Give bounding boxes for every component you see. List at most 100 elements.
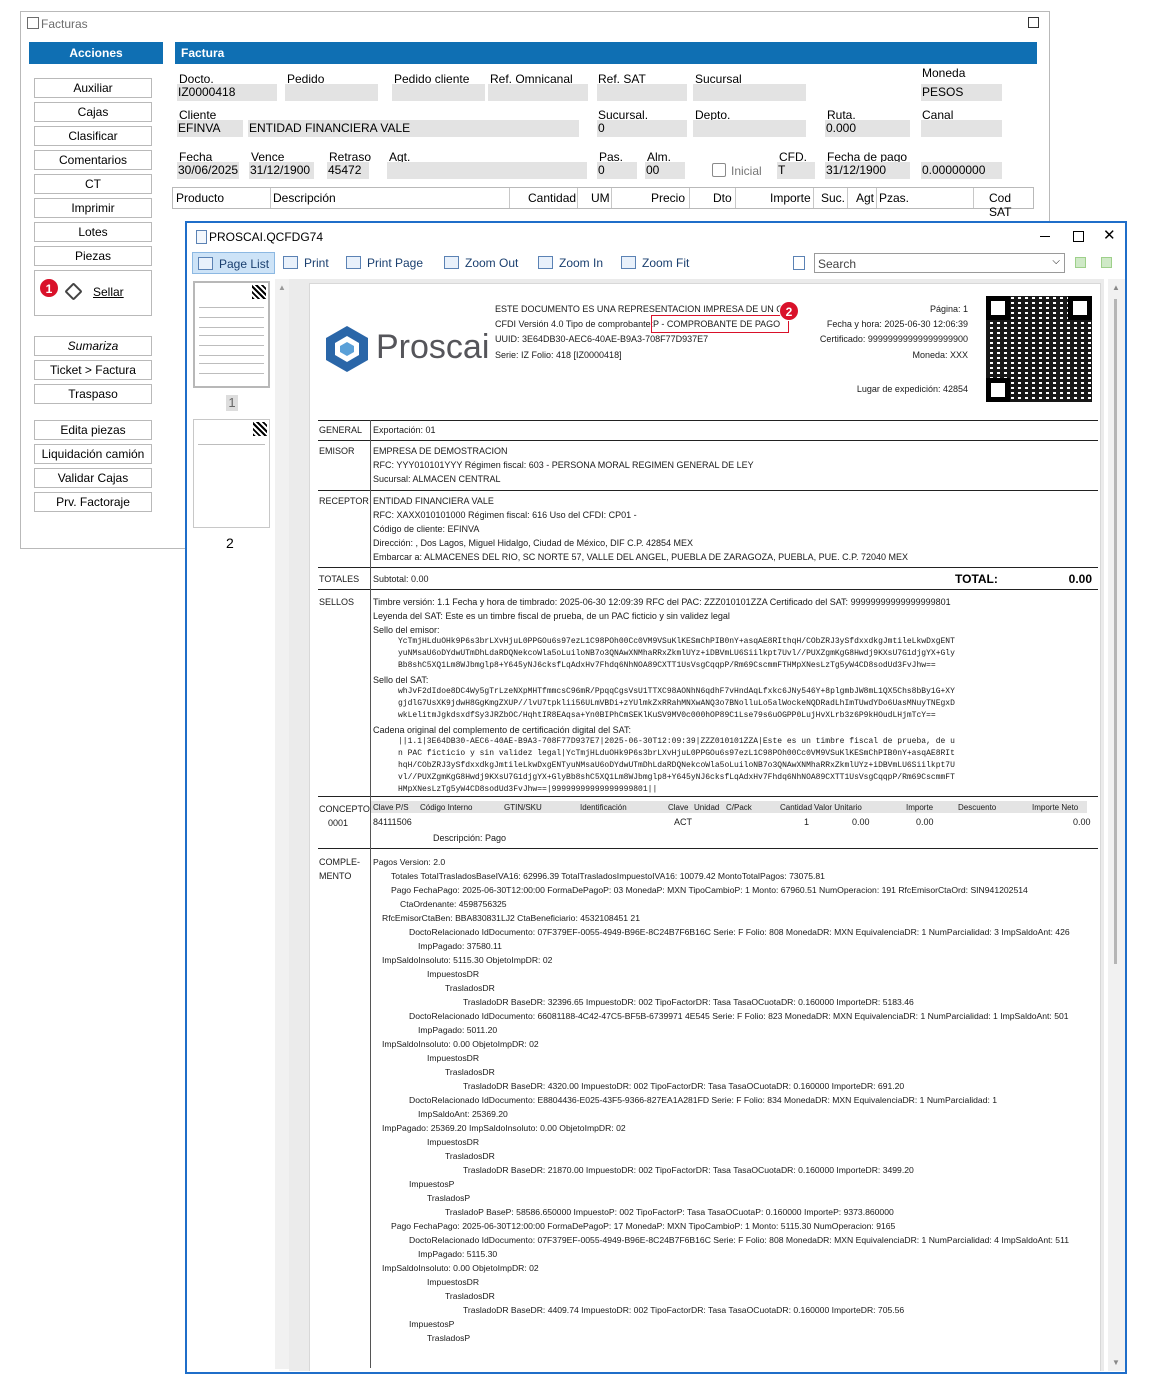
docto-field[interactable]: IZ0000418	[177, 84, 277, 101]
concepto-valor: 0.00	[852, 817, 870, 827]
canal-field[interactable]	[921, 120, 1002, 137]
accion-button[interactable]: Validar Cajas	[34, 468, 152, 488]
grid-column-header[interactable]: Dto	[713, 191, 732, 205]
pedido-field[interactable]	[285, 84, 378, 101]
chevron-down-icon[interactable]: ⌵	[1052, 256, 1060, 267]
accion-button[interactable]: Lotes	[34, 222, 152, 242]
find-clear-icon[interactable]	[1101, 257, 1112, 268]
complemento-line: ImpSaldoInsoluto: 5115.30 ObjetoImpDR: 0…	[382, 955, 553, 965]
search-input[interactable]: Search	[818, 257, 856, 271]
accion-button[interactable]: Edita piezas	[34, 420, 152, 440]
step-badge-2: 2	[779, 301, 799, 321]
close-icon[interactable]: ✕	[1103, 226, 1116, 244]
pedido-cliente-field[interactable]	[392, 84, 485, 101]
complemento-line: TrasladoDR BaseDR: 21870.00 ImpuestoDR: …	[463, 1165, 914, 1175]
accion-button[interactable]: Piezas	[34, 246, 152, 266]
grid-column-header[interactable]: UM	[591, 191, 610, 205]
pas-field[interactable]: 0	[597, 162, 637, 179]
divider	[318, 848, 1098, 849]
zoom-out-button[interactable]: Zoom Out	[444, 252, 518, 274]
qr-thumb-icon	[253, 422, 267, 436]
document-scrollbar[interactable]: ▲ ▼	[1108, 279, 1125, 1371]
maximize-icon[interactable]	[1028, 17, 1039, 28]
page-list-button[interactable]: Page List	[192, 252, 275, 274]
ruta-field[interactable]: 0.000	[825, 120, 910, 137]
concepto-descripcion: Descripción: Pago	[433, 833, 507, 843]
cliente-field[interactable]: EFINVA	[177, 120, 243, 137]
zoom-in-button[interactable]: Zoom In	[538, 252, 603, 274]
cliente-nombre-field[interactable]: ENTIDAD FINANCIERA VALE	[248, 120, 579, 137]
grid-column-header[interactable]: Importe	[770, 191, 811, 205]
concepto-unidad: ACT	[674, 817, 692, 827]
general-header: GENERAL	[319, 425, 363, 435]
zoom-out-label: Zoom Out	[465, 256, 519, 270]
accion-button[interactable]: Traspaso	[34, 384, 152, 404]
inicial-checkbox[interactable]	[712, 163, 726, 177]
printer-icon	[283, 256, 298, 269]
grid-column-header[interactable]: Producto	[176, 191, 224, 205]
accion-button[interactable]: Prv. Factoraje	[34, 492, 152, 512]
inicial-label: Inicial	[731, 164, 762, 178]
accion-button[interactable]: Cajas	[34, 102, 152, 122]
divider	[318, 589, 1098, 590]
complemento-header: COMPLE-	[319, 857, 361, 867]
accion-button[interactable]: Ticket > Factura	[34, 360, 152, 380]
tipo-cambio-field[interactable]: 0.00000000	[921, 162, 1002, 179]
accion-button[interactable]: Clasificar	[34, 126, 152, 146]
page-thumbnail-1[interactable]	[193, 281, 270, 388]
print-label: Print	[304, 256, 329, 270]
cfd-field[interactable]: T	[777, 162, 815, 179]
page-list-label: Page List	[219, 257, 270, 271]
sello-sat-line: gjdlG7UsXK9jdwH8GgKmgZXUP//lvU7tpklii56U…	[398, 699, 955, 708]
ref-sat-field[interactable]	[597, 84, 687, 101]
cadena-line: ||1.1|3E64DB30-AEC6-40AE-B9A3-708F77D937…	[398, 737, 955, 746]
complemento-line: ImpuestosP	[409, 1319, 455, 1329]
grid-column-header[interactable]: Precio	[651, 191, 685, 205]
accion-button[interactable]: Imprimir	[34, 198, 152, 218]
grid-column-header[interactable]: Suc.	[821, 191, 845, 205]
moneda-field[interactable]: PESOS	[921, 84, 1002, 101]
print-page-label: Print Page	[367, 256, 424, 270]
minimize-icon[interactable]	[1040, 236, 1050, 237]
grid-column-header[interactable]: Pzas.	[879, 191, 909, 205]
page-thumbnail-2[interactable]	[193, 419, 270, 528]
scrollbar-thumb[interactable]	[1114, 299, 1117, 964]
sucursal2-field[interactable]: 0	[597, 120, 687, 137]
leyenda-sat: Leyenda del SAT: Este es un timbre fisca…	[373, 611, 730, 621]
vence-field[interactable]: 31/12/1900	[249, 162, 314, 179]
accion-button[interactable]: Liquidación camión	[34, 444, 152, 464]
ref-omnicanal-field[interactable]	[488, 84, 588, 101]
fecha-pago-field[interactable]: 31/12/1900	[825, 162, 910, 179]
receptor-line: Dirección: , Dos Lagos, Miguel Hidalgo, …	[373, 538, 693, 548]
fecha-field[interactable]: 30/06/2025	[177, 162, 239, 179]
thumb-scrollbar[interactable]: ▲	[275, 279, 289, 1369]
accion-button[interactable]: Auxiliar	[34, 78, 152, 98]
sello-emisor-label: Sello del emisor:	[373, 625, 440, 635]
accion-button[interactable]: Comentarios	[34, 150, 152, 170]
grid-column-header[interactable]: Descripción	[273, 191, 336, 205]
zoom-fit-button[interactable]: Zoom Fit	[621, 252, 689, 274]
grid-column-header[interactable]: Cod SAT	[989, 191, 1033, 219]
grid-column-header[interactable]: Agt	[856, 191, 874, 205]
complemento-line: ImpuestosDR	[427, 1053, 480, 1063]
concepto-column-header: Cantidad	[780, 803, 813, 812]
find-icon[interactable]	[793, 256, 805, 270]
depto-field[interactable]	[693, 120, 806, 137]
grid-column-header[interactable]: Cantidad	[528, 191, 576, 205]
print-page-icon	[346, 256, 361, 269]
general-value: Exportación: 01	[373, 425, 436, 435]
alm-field[interactable]: 00	[645, 162, 685, 179]
accion-button[interactable]: Sumariza	[34, 336, 152, 356]
accion-button[interactable]: CT	[34, 174, 152, 194]
search-combobox[interactable]: Search ⌵	[814, 253, 1065, 273]
sello-emisor-line: yuNMsaU6oDYdwUTmDhLdaRDQNekcoWla5oLuiloN…	[398, 649, 955, 658]
retraso-field[interactable]: 45472	[327, 162, 369, 179]
maximize-icon[interactable]	[1073, 231, 1084, 242]
sucursal-field[interactable]	[693, 84, 806, 101]
agt-field[interactable]	[387, 162, 587, 179]
concepto-number: 0001	[328, 818, 349, 828]
print-button[interactable]: Print	[283, 252, 329, 274]
print-page-button[interactable]: Print Page	[346, 252, 423, 274]
emisor-line: EMPRESA DE DEMOSTRACION	[373, 446, 508, 456]
find-next-icon[interactable]	[1075, 257, 1086, 268]
